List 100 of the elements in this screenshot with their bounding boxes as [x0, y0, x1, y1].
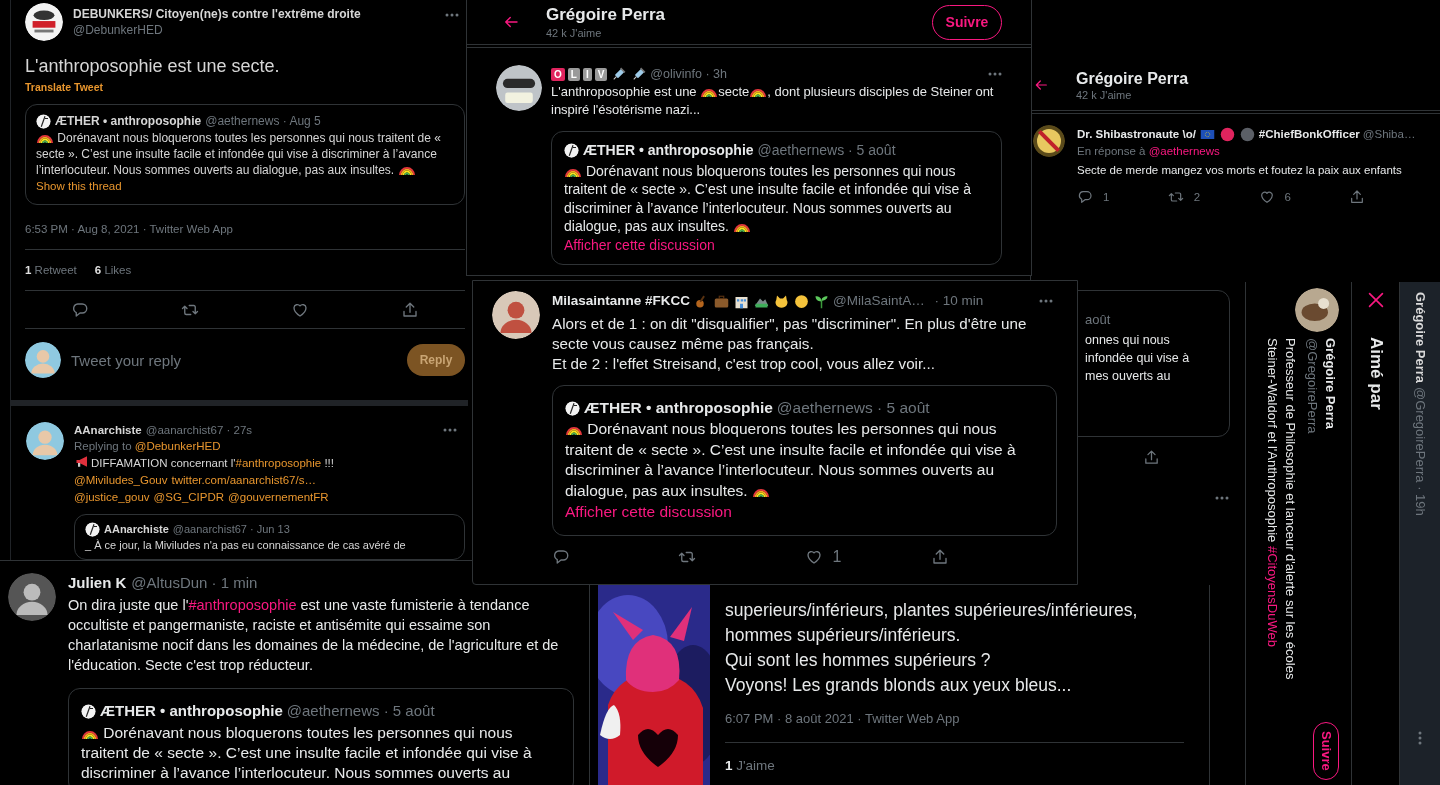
tweet-text: mes ouverts au [1085, 368, 1172, 385]
retweet-icon[interactable] [1167, 189, 1184, 205]
more-icon[interactable] [443, 428, 457, 432]
seedling-icon [814, 293, 830, 309]
syringe-icon [631, 66, 647, 82]
link[interactable]: #CitoyensDuWeb [1265, 545, 1280, 647]
more-icon[interactable] [445, 13, 459, 17]
quoted-tweet[interactable] [552, 385, 1057, 536]
avatar[interactable] [1033, 125, 1065, 157]
reply-icon[interactable] [71, 300, 89, 319]
thread-link[interactable]: Afficher cette discussion [565, 501, 732, 523]
rainbow-icon [733, 224, 750, 233]
tweet-text: hommes supérieurs/inférieurs. [725, 624, 962, 647]
link[interactable]: @DebunkerHED [134, 440, 221, 452]
author-name[interactable]: Grégoire Perra [1412, 292, 1428, 384]
more-icon[interactable] [1418, 731, 1422, 745]
likes-count: 42 k J'aime [546, 26, 603, 40]
author-name: AAnarchiste [104, 522, 169, 537]
avatar[interactable] [8, 573, 56, 621]
tweet-meta: @aethernews · 5 août [776, 398, 930, 418]
rainbow-icon [82, 731, 98, 740]
profile-title: Grégoire Perra [546, 4, 667, 26]
likes-link[interactable]: 1 J'aime [725, 758, 775, 773]
avatar[interactable] [492, 291, 540, 339]
author-name[interactable]: Milasaintanne #FKCC [552, 291, 691, 311]
circle-icon [1219, 126, 1235, 142]
share-icon[interactable] [1143, 449, 1160, 466]
author-name: ÆTHER • anthroposophie [584, 398, 773, 418]
avatar [85, 521, 100, 537]
heart-icon[interactable] [804, 548, 823, 566]
avatar[interactable] [25, 342, 61, 378]
action-count: 1 [832, 548, 842, 566]
more-icon[interactable] [988, 72, 1002, 76]
tweet-text: Alors et de 1 : on dit "disqualifier", pas "discriminer". En plus d'être une secte vous causez même pas français. [552, 314, 1028, 354]
tweet-text: On dira juste que l'#anthroposophie est une vaste fumisterie à tendance occultiste et pangermaniste, raciste et antisémite qui essaime son charlatanisme nocif dans les domaines de la médecine, de l'agriculture et de l'éducation. Secte c'est trop réducteur. [68, 596, 560, 675]
user-bio: Professeur de Philosophie et lanceur d'alerte sur les écoles Steiner-Waldorf et l'Anthroposophie #CitoyensDuWeb [1264, 338, 1299, 682]
thread-link[interactable]: Show this thread [36, 178, 122, 194]
link[interactable]: @aethernews [1148, 145, 1220, 157]
author-handle[interactable]: @Shiba… [1362, 125, 1416, 143]
reply-icon[interactable] [1077, 189, 1093, 205]
author-name[interactable]: DEBUNKERS/ Citoyen(ne)s contre l'extrême droite [73, 6, 435, 22]
author-handle[interactable]: @DebunkerHED [73, 22, 435, 38]
more-icon[interactable] [1215, 496, 1229, 500]
cat-icon [774, 293, 790, 309]
stat-link[interactable]: 6 Likes [94, 264, 132, 276]
tweet-text: DIFFAMATION concernant l'#anthroposophie !!! @Miviludes_Gouv twitter.com/aanarchist67/s… @justice_gouv @SG_CIPDR @gouvernementFR [74, 454, 465, 506]
reply-icon[interactable] [552, 548, 570, 566]
tweet-text: Qui sont les hommes supérieurs ? [725, 649, 992, 672]
back-arrow-icon[interactable] [1033, 77, 1049, 93]
author-name[interactable]: #ChiefBonkOfficer [1258, 125, 1360, 143]
user-handle[interactable]: @GregoirePerra [1303, 338, 1321, 434]
thread-link[interactable]: Afficher cette discussion [564, 235, 715, 254]
name-letter: O [551, 67, 565, 81]
tweet-meta: @aethernews · 5 août [286, 701, 435, 721]
author-name: ÆTHER • anthroposophie [55, 113, 202, 129]
action-count: 2 [1193, 191, 1201, 203]
author-name: ÆTHER • anthroposophie [100, 701, 283, 721]
author-name[interactable]: AAnarchiste [74, 422, 142, 438]
avatar[interactable] [26, 422, 64, 460]
share-icon[interactable] [1349, 189, 1366, 205]
reply-field[interactable]: Tweet your reply [71, 351, 397, 369]
tweet-text: L'anthroposophie est une secte. [25, 55, 281, 77]
replying-line: Replying to @DebunkerHED [74, 439, 222, 454]
rainbow-icon [701, 89, 718, 98]
quoted-tweet[interactable] [25, 104, 465, 205]
author-name[interactable]: Dr. Shibastronaute \o/ [1077, 125, 1196, 143]
tweet-meta: août [1085, 311, 1112, 329]
tweet-time: · 10 min [934, 292, 984, 310]
tweet-text: Dorénavant nous bloquerons toutes les personnes qui nous traitent de « secte ». C’est une insulte facile et infondée qui vise à discriminer à l’avance l’interlocuteur. Nous sommes ouverts au [81, 723, 533, 783]
tweet-text: infondée qui vise à [1085, 350, 1191, 367]
link[interactable]: @Miviludes_Gouv [74, 474, 168, 486]
link[interactable]: #anthroposophie [235, 457, 322, 469]
user-name[interactable]: Grégoire Perra [1321, 338, 1339, 434]
author-name[interactable]: Julien K [68, 573, 127, 593]
more-icon[interactable] [1039, 299, 1053, 303]
link[interactable]: @SG_CIPDR [153, 491, 225, 503]
link[interactable]: #anthroposophie [188, 597, 297, 613]
share-icon[interactable] [401, 300, 419, 319]
tweet-meta: @AltusDun · 1 min [131, 573, 258, 593]
heart-icon[interactable] [1258, 189, 1275, 205]
tweet-text: Secte de merde mangez vos morts et foutez la paix aux enfants [1077, 163, 1403, 178]
tweet-meta: @aethernews · 5 août [757, 141, 896, 160]
author-handle[interactable]: @MilaSaintA… [833, 291, 925, 311]
profile-title: Grégoire Perra [1076, 68, 1190, 89]
link[interactable]: @gouvernementFR [228, 491, 329, 503]
share-icon[interactable] [930, 548, 949, 566]
tweet-text: Dorénavant nous bloquerons toutes les personnes qui nous traitent de « secte ». C’est une insulte facile et infondée qui vise à discriminer à l’avance l’interlocuteur. Nous sommes ouverts au dialogue, pas aux insultes. [565, 419, 1017, 501]
link[interactable]: @justice_gouv [74, 491, 150, 503]
tweet-meta: @olivinfo · 3h [650, 66, 727, 83]
tweet-text: Voyons! Les grands blonds aux yeux bleus... [725, 674, 1073, 697]
quoted-tweet[interactable] [551, 131, 1002, 265]
name-letter: V [594, 67, 608, 81]
link[interactable]: twitter.com/aanarchist67/s… [171, 474, 316, 486]
translate-link[interactable]: Translate Tweet [25, 81, 103, 93]
tweet-meta: @aanarchist67 · Jun 13 [172, 522, 290, 537]
stat-link[interactable]: 1 Retweet [25, 264, 77, 276]
avatar[interactable] [496, 65, 542, 111]
quoted-tweet[interactable] [68, 688, 574, 785]
avatar[interactable] [25, 3, 63, 41]
avatar[interactable] [1295, 288, 1339, 332]
